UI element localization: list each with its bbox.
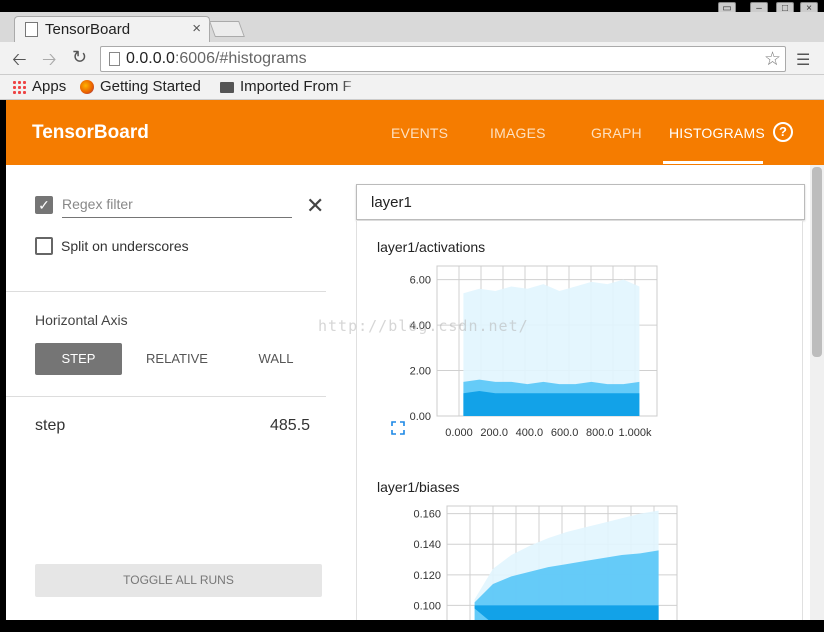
toggle-all-runs-button[interactable]: TOGGLE ALL RUNS [35,564,322,597]
x-tick-label: 0.000 [445,427,473,439]
step-value: 485.5 [270,417,311,434]
address-bar[interactable]: 0.0.0.0:6006/#histograms ☆ [100,46,786,72]
browser-toolbar: 🡠 🡢 ↻ 0.0.0.0:6006/#histograms ☆ ☰ [0,42,824,75]
new-tab-button[interactable] [209,21,245,37]
window-titlebar: ▭ – □ × [0,0,824,16]
help-icon[interactable]: ? [773,122,793,142]
tab-images[interactable]: IMAGES [490,125,546,141]
firefox-icon [80,80,94,94]
folder-icon [220,82,234,93]
y-tick-label: 0.100 [413,600,441,612]
main-panel: layer1 layer1/activations 6.00 4.00 2.00 0.… [326,165,810,621]
tensorboard-header: TensorBoard EVENTS IMAGES GRAPH HISTOGRA… [6,100,824,165]
tab-close-icon[interactable]: × [192,20,201,37]
x-tick-label: 1.000k [618,427,652,439]
y-tick-label: 2.00 [410,366,431,378]
biases-histogram-chart[interactable]: 0.1600.1400.1200.1000.0800 [387,501,687,621]
x-tick-label: 600.0 [551,427,579,439]
page-info-icon [109,52,120,66]
y-tick-label: 0.00 [410,411,431,423]
tab-title: TensorBoard [45,21,131,38]
forward-icon[interactable]: 🡢 [42,47,57,77]
step-label: step [35,417,66,434]
expand-icon[interactable] [391,421,405,435]
tag-search-input[interactable]: layer1 [356,184,805,220]
divider [6,396,326,397]
y-tick-label: 0.140 [413,539,441,551]
scrollbar[interactable] [810,165,824,620]
histogram-band [463,391,640,416]
y-tick-label: 0.120 [413,570,441,582]
watermark: http://blog.csdn.net/ [318,317,529,335]
browser-tab[interactable]: TensorBoard × [14,16,210,42]
bookmark-imported[interactable]: Imported From F [240,78,358,95]
active-tab-indicator [663,161,763,164]
histogram-band [474,605,659,621]
url-text: 0.0.0.0:6006/#histograms [126,50,307,67]
tab-graph[interactable]: GRAPH [591,125,642,141]
bookmark-star-icon[interactable]: ☆ [764,48,781,71]
scrollbar-thumb[interactable] [812,167,822,357]
step-button[interactable]: STEP [35,343,122,375]
y-tick-label: 6.00 [410,275,431,287]
page-icon [25,22,38,37]
back-icon[interactable]: 🡠 [12,47,27,77]
x-tick-label: 800.0 [586,427,614,439]
regex-checkbox[interactable]: ✓ [35,196,53,214]
activations-histogram-chart[interactable]: 6.004.002.000.000.000 200.0 400.0 600.0 800.… [387,261,687,446]
wall-button[interactable]: WALL [246,343,306,375]
relative-button[interactable]: RELATIVE [136,343,218,375]
regex-filter-input[interactable]: Regex filter [62,194,292,218]
tab-events[interactable]: EVENTS [391,125,448,141]
screen: ▭ – □ × TensorBoard × 🡠 🡢 ↻ 0.0.0.0:6006… [0,0,824,632]
bookmark-apps[interactable]: Apps [32,78,66,95]
x-tick-label: 200.0 [480,427,508,439]
split-underscores-checkbox[interactable] [35,237,53,255]
chart-title-activations: layer1/activations [377,239,486,255]
divider [6,291,326,292]
reload-icon[interactable]: ↻ [72,47,87,68]
apps-icon [12,80,26,94]
app-title: TensorBoard [32,122,149,143]
bookmarks-bar: Apps Getting Started Imported From F [0,75,824,100]
tab-histograms[interactable]: HISTOGRAMS [669,125,765,141]
clear-icon[interactable]: ✕ [306,193,324,219]
screen-bottom-edge [0,620,824,632]
chart-title-biases: layer1/biases [377,479,460,495]
horizontal-axis-label: Horizontal Axis [35,312,128,328]
menu-icon[interactable]: ☰ [796,50,810,70]
histogram-card: layer1/activations 6.00 4.00 2.00 0.00 0.000… [356,221,803,621]
split-underscores-label: Split on underscores [61,238,189,254]
x-tick-label: 400.0 [516,427,544,439]
sidebar: ✓ Regex filter ✕ Split on underscores Ho… [6,165,326,620]
bookmark-getting-started[interactable]: Getting Started [100,78,201,95]
y-tick-label: 0.160 [413,509,441,521]
